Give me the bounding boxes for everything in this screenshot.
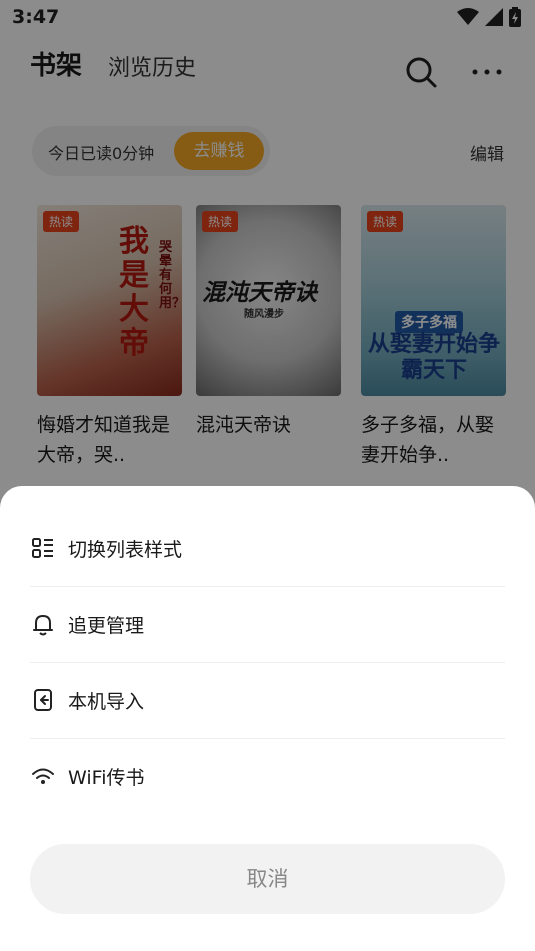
list-style-icon	[32, 538, 53, 558]
import-icon	[34, 689, 52, 711]
menu-item-follow-manage[interactable]: 追更管理	[30, 586, 505, 662]
bell-icon	[33, 615, 53, 636]
menu-item-label: WiFi传书	[68, 766, 145, 789]
menu-item-wifi-transfer[interactable]: WiFi传书	[30, 738, 505, 814]
menu-item-label: 本机导入	[68, 690, 145, 713]
cancel-button[interactable]: 取消	[30, 844, 505, 914]
menu-item-local-import[interactable]: 本机导入	[30, 662, 505, 738]
bottom-sheet: 切换列表样式 追更管理 本机导入 WiFi传书 取消	[0, 486, 535, 951]
wifi-icon	[32, 768, 54, 784]
menu-item-label: 切换列表样式	[68, 538, 183, 561]
menu-item-label: 追更管理	[68, 614, 145, 637]
menu-item-list-style[interactable]: 切换列表样式	[30, 510, 505, 586]
